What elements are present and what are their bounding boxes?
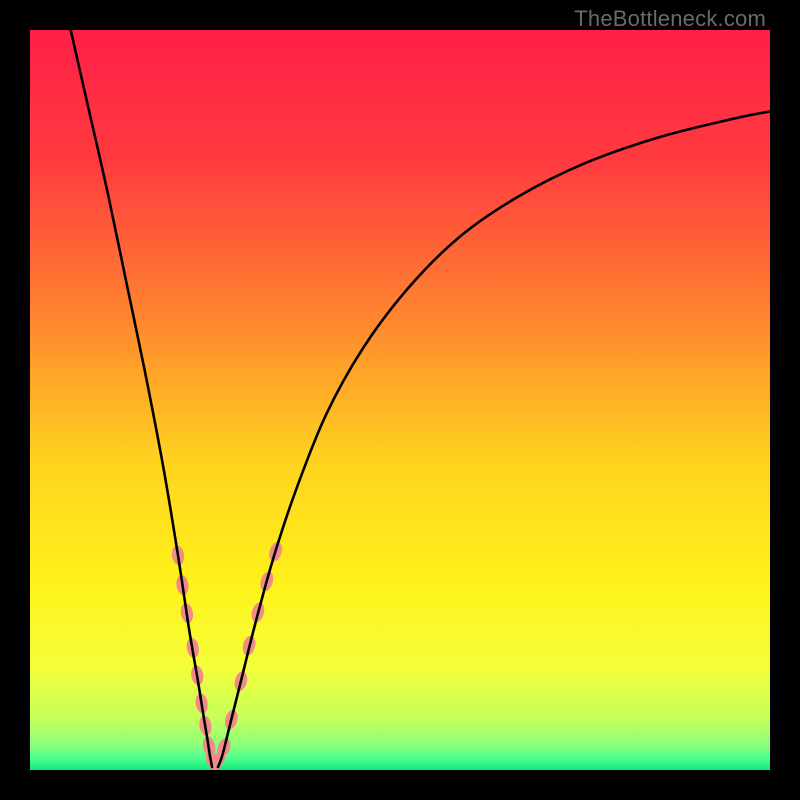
curve-layer	[30, 30, 770, 770]
chart-frame: TheBottleneck.com	[0, 0, 800, 800]
curve-right-branch	[218, 111, 770, 767]
watermark-text: TheBottleneck.com	[574, 6, 766, 32]
plot-area	[30, 30, 770, 770]
